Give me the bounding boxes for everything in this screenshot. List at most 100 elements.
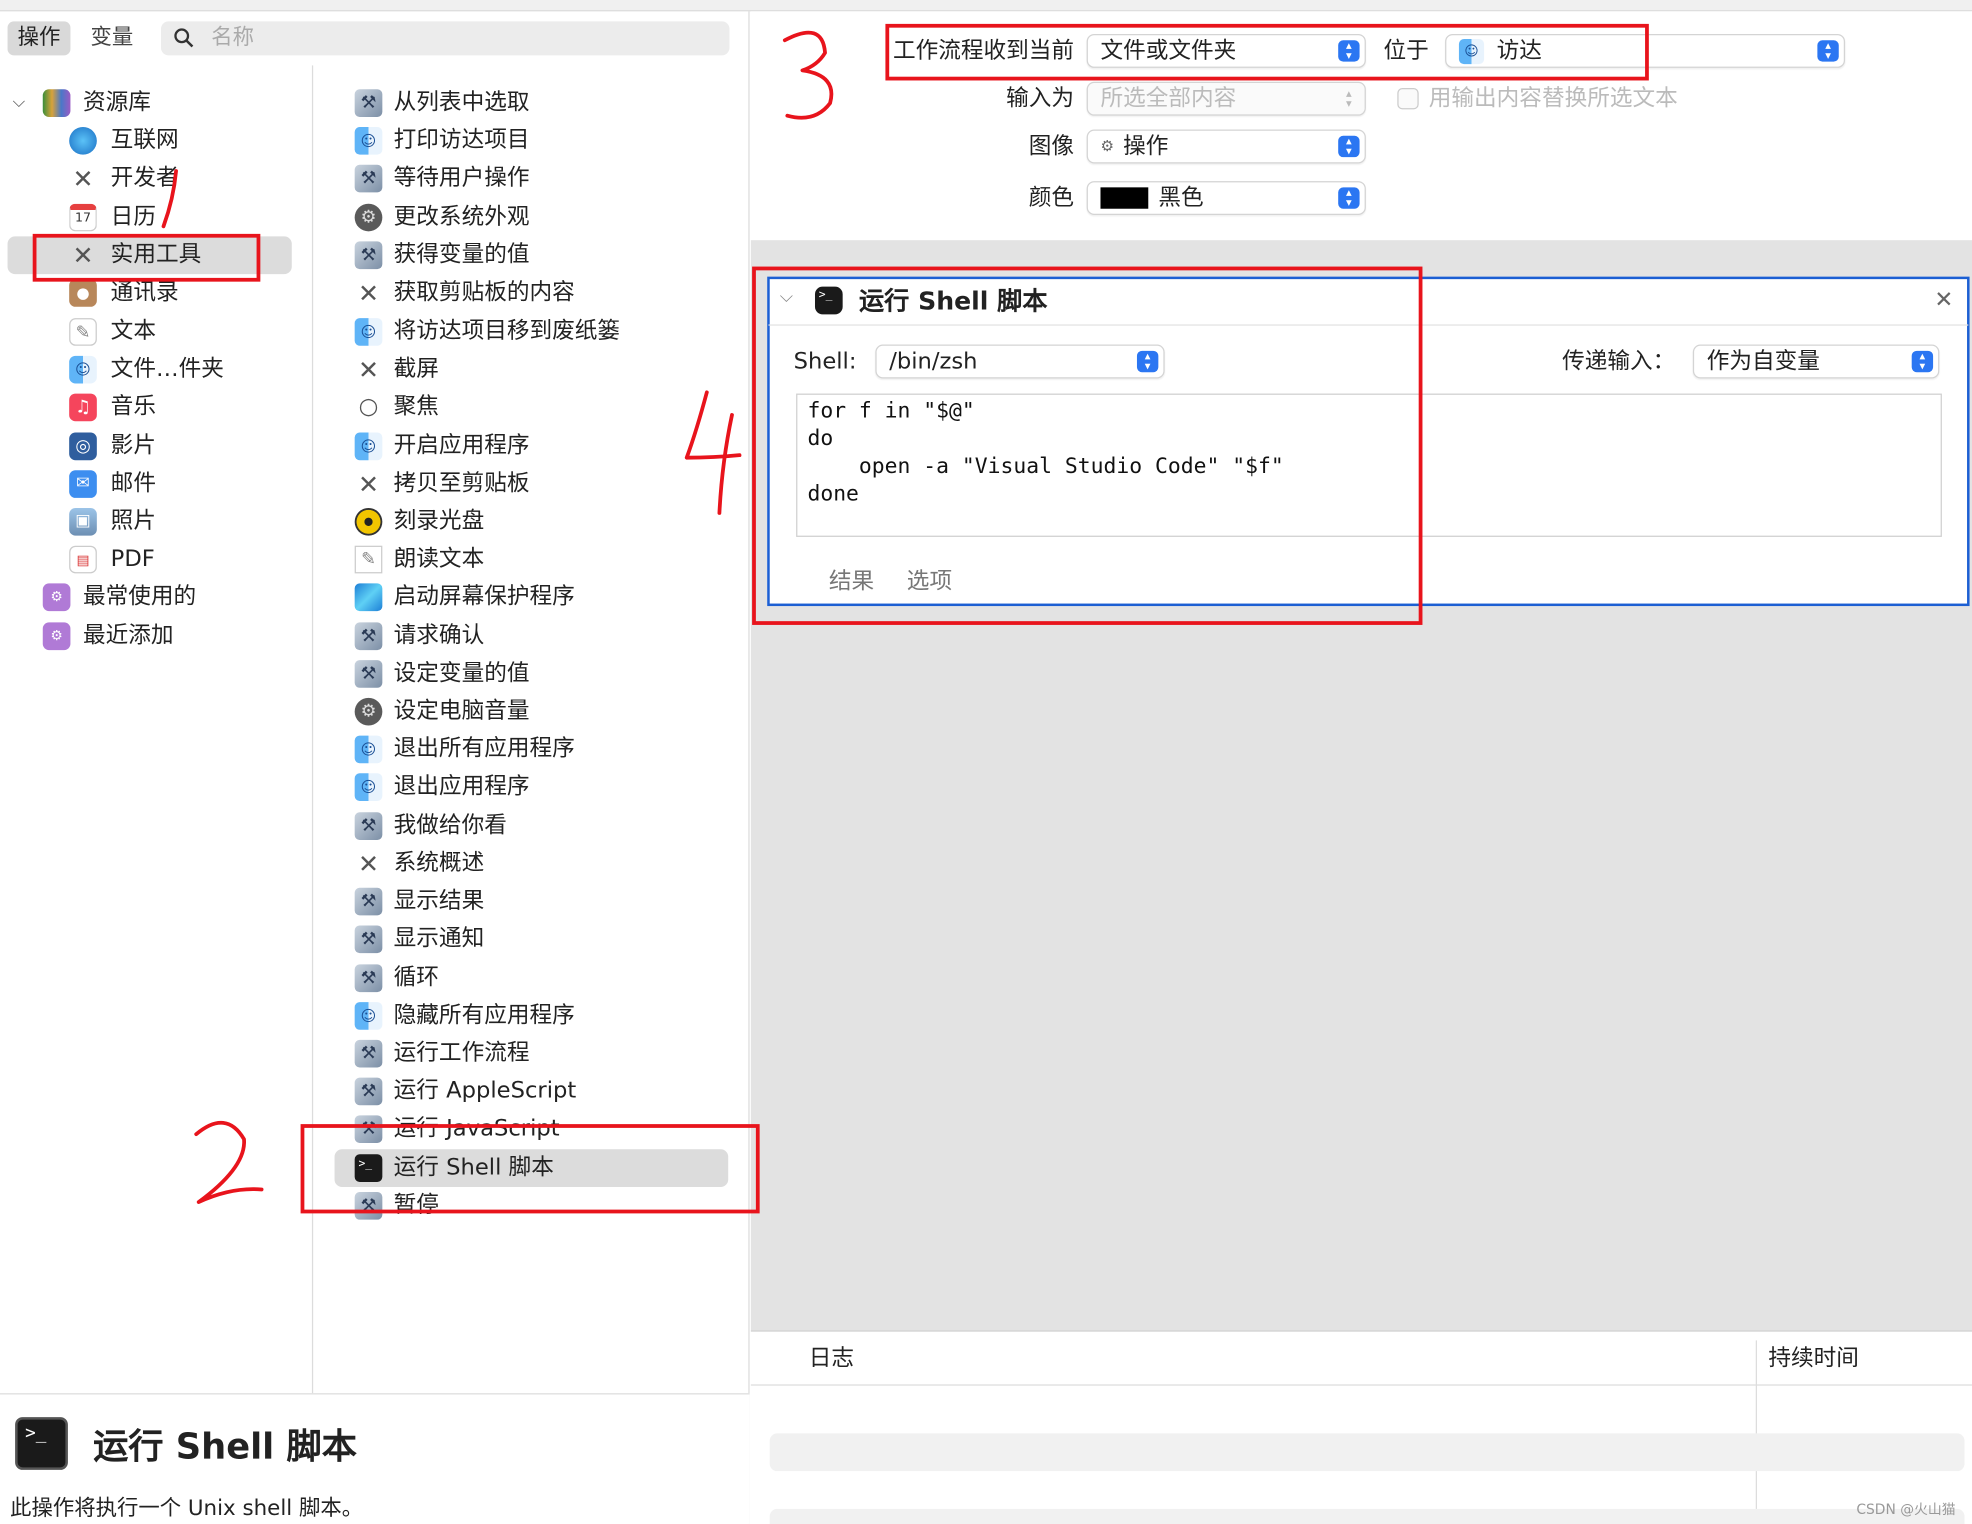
automator-robot-icon: ⚒ xyxy=(354,622,383,651)
action-item[interactable]: ☺ 打印访达项目 xyxy=(327,122,742,160)
action-item[interactable]: ⚒ 请求确认 xyxy=(327,617,742,655)
pass-input-popup[interactable]: 作为自变量 ▴ ▾ xyxy=(1692,344,1940,379)
close-icon[interactable]: ✕ xyxy=(1934,287,1953,313)
action-item[interactable]: ✎ 朗读文本 xyxy=(327,541,742,579)
action-item[interactable]: ✕ 系统概述 xyxy=(327,845,742,883)
action-item[interactable]: ☺ 将访达项目移到废纸篓 xyxy=(327,313,742,351)
shell-label: Shell: xyxy=(793,348,857,375)
action-item[interactable]: ⚒ 从列表中选取 xyxy=(327,84,742,122)
library-item-files-folders[interactable]: ☺ 文件…件夹 xyxy=(0,351,312,389)
watermark: CSDN @火山猫 xyxy=(1856,1501,1956,1518)
action-description-text: 此操作将执行一个 Unix shell 脚本。 xyxy=(10,1496,364,1522)
group-recently-added[interactable]: ⚙ 最近添加 xyxy=(0,617,312,655)
action-item[interactable]: ⚒ 显示结果 xyxy=(327,883,742,921)
finder-icon: ☺ xyxy=(354,735,383,764)
library-item-music[interactable]: ♫ 音乐 xyxy=(0,389,312,427)
action-item[interactable]: ⚒ 暂停 xyxy=(327,1187,742,1225)
input-is-popup[interactable]: 所选全部内容 ▴ ▾ xyxy=(1086,81,1366,116)
library-item-photos[interactable]: ▣ 照片 xyxy=(0,503,312,541)
library-item-developer[interactable]: ✕ 开发者 xyxy=(0,160,312,198)
tab-actions[interactable]: 操作 xyxy=(7,21,71,56)
workflow-receives-popup[interactable]: 文件或文件夹 ▴ ▾ xyxy=(1086,33,1366,68)
script-editor[interactable]: for f in "$@" do open -a "Visual Studio … xyxy=(796,393,1942,537)
system-preferences-icon: ⚙ xyxy=(354,697,383,726)
library-item-label: 文本 xyxy=(110,318,156,345)
action-item-label: 隐藏所有应用程序 xyxy=(393,1002,575,1029)
automator-robot-icon: ⚒ xyxy=(354,1077,383,1106)
library-item-internet[interactable]: 互联网 xyxy=(0,122,312,160)
action-item-label: 退出所有应用程序 xyxy=(393,735,575,762)
terminal-icon: >_ xyxy=(814,286,843,315)
library-item-label: 开发者 xyxy=(110,164,179,192)
automator-robot-icon: ⚒ xyxy=(354,1115,383,1143)
action-item[interactable]: ⚒ 运行 AppleScript xyxy=(327,1073,742,1111)
collapse-chevron-icon[interactable]: ⌵ xyxy=(780,287,793,307)
tools-icon: ✕ xyxy=(357,277,380,309)
finder-icon: ☺ xyxy=(354,126,383,155)
action-item[interactable]: ⚙ 设定电脑音量 xyxy=(327,693,742,731)
action-item[interactable]: 刻录光盘 xyxy=(327,503,742,541)
action-item[interactable]: ⚙ 更改系统外观 xyxy=(327,199,742,237)
popup-stepper-icon: ▴ ▾ xyxy=(1136,350,1159,373)
shell-value: /bin/zsh xyxy=(889,348,978,375)
action-item-label: 运行 AppleScript xyxy=(393,1077,577,1104)
library-item-text[interactable]: ✎ 文本 xyxy=(0,313,312,351)
color-popup[interactable]: 黑色 ▴ ▾ xyxy=(1086,181,1366,216)
action-item[interactable]: ⚒ 我做给你看 xyxy=(327,807,742,845)
chevron-down-icon[interactable]: ⌵ xyxy=(13,84,25,122)
burn-disc-icon xyxy=(354,507,383,536)
title-bar-edge xyxy=(0,0,1972,12)
workflow-in-popup[interactable]: ☺ 访达 ▴ ▾ xyxy=(1445,33,1846,68)
action-item[interactable]: ⚒ 运行 JavaScript xyxy=(327,1110,742,1148)
action-item[interactable]: ⚒ 显示通知 xyxy=(327,920,742,958)
action-item-label: 打印访达项目 xyxy=(393,126,530,154)
music-icon: ♫ xyxy=(69,393,97,422)
workflow-in-label: 位于 xyxy=(1383,37,1429,65)
action-item[interactable]: ⚒ 获得变量的值 xyxy=(327,236,742,274)
library-item-contacts[interactable]: ● 通讯录 xyxy=(0,274,312,312)
library-item-movies[interactable]: ◎ 影片 xyxy=(0,428,312,466)
gear-icon: ⚙ xyxy=(1100,137,1115,155)
image-popup[interactable]: ⚙ 操作 ▴ ▾ xyxy=(1086,129,1366,164)
automator-robot-icon: ⚒ xyxy=(354,887,383,916)
action-item[interactable]: ⚒ 等待用户操作 xyxy=(327,160,742,198)
library-item-label: 互联网 xyxy=(110,126,179,154)
library-item-utilities[interactable]: ✕ 实用工具 xyxy=(0,236,312,274)
image-label: 图像 xyxy=(1028,133,1075,160)
action-item[interactable]: ⚒ 运行工作流程 xyxy=(327,1035,742,1073)
search-input[interactable]: 名称 xyxy=(160,21,730,56)
action-item[interactable]: ☺ 隐藏所有应用程序 xyxy=(327,997,742,1035)
log-column-header[interactable]: 日志 xyxy=(809,1343,854,1376)
action-item-label: 设定变量的值 xyxy=(393,660,530,687)
action-item-label: 截屏 xyxy=(393,355,439,383)
tab-variables[interactable]: 变量 xyxy=(80,21,143,55)
color-label: 颜色 xyxy=(1028,184,1075,212)
tab-options[interactable]: 选项 xyxy=(907,567,952,597)
library-item-mail[interactable]: ✉ 邮件 xyxy=(0,465,312,503)
group-most-used[interactable]: ⚙ 最常使用的 xyxy=(0,578,312,616)
action-item[interactable]: ☺ 退出应用程序 xyxy=(327,768,742,806)
finder-icon: ☺ xyxy=(69,355,97,384)
action-item[interactable]: ⚒ 设定变量的值 xyxy=(327,655,742,693)
action-item[interactable]: ○ 聚焦 xyxy=(327,389,742,427)
input-is-value: 所选全部内容 xyxy=(1100,85,1237,112)
automator-robot-icon: ⚒ xyxy=(354,164,383,193)
action-item[interactable]: >_ 运行 Shell 脚本 xyxy=(327,1149,742,1187)
popup-stepper-icon: ▴ ▾ xyxy=(1338,187,1360,209)
action-item[interactable]: ☺ 开启应用程序 xyxy=(327,428,742,466)
shell-popup[interactable]: /bin/zsh ▴ ▾ xyxy=(875,344,1165,379)
library-item-pdf[interactable]: ▤ PDF xyxy=(0,541,312,579)
action-item-label: 获取剪贴板的内容 xyxy=(393,279,575,306)
action-item[interactable]: ☺ 退出所有应用程序 xyxy=(327,731,742,769)
duration-column-header[interactable]: 持续时间 xyxy=(1768,1343,1859,1376)
replace-selected-text-checkbox[interactable] xyxy=(1397,88,1419,110)
action-item[interactable]: ⚒ 循环 xyxy=(327,959,742,997)
library-item-calendar[interactable]: 17 日历 xyxy=(0,199,312,237)
system-preferences-icon: ⚙ xyxy=(354,203,383,232)
action-item[interactable]: ✕ 获取剪贴板的内容 xyxy=(327,274,742,312)
action-item[interactable]: 启动屏幕保护程序 xyxy=(327,578,742,616)
tab-results[interactable]: 结果 xyxy=(829,567,874,597)
action-item[interactable]: ✕ 截屏 xyxy=(327,351,742,389)
library-root[interactable]: ⌵ 资源库 xyxy=(0,84,312,122)
action-item[interactable]: ✕ 拷贝至剪贴板 xyxy=(327,465,742,503)
